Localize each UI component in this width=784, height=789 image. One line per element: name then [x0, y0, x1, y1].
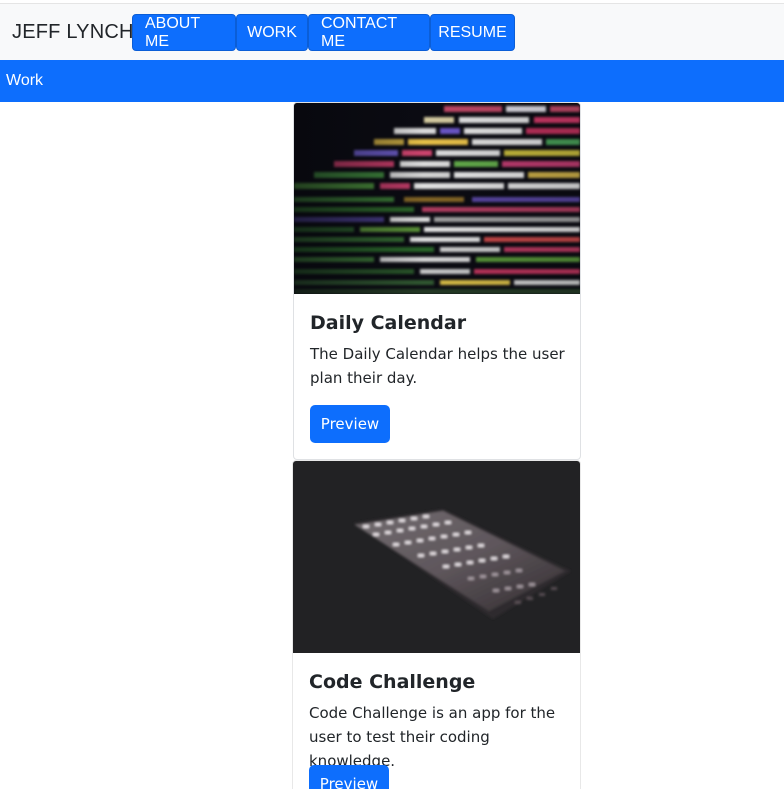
- card-description: The Daily Calendar helps the user plan t…: [310, 345, 565, 387]
- project-card-daily-calendar: Daily Calendar The Daily Calendar helps …: [293, 102, 581, 460]
- top-navbar: JEFF LYNCH ABOUT ME WORK CONTACT ME RESU…: [0, 3, 784, 60]
- section-title: Work: [6, 72, 44, 89]
- card-title: Daily Calendar: [310, 312, 467, 334]
- about-me-button[interactable]: ABOUT ME: [132, 14, 236, 51]
- preview-button[interactable]: Preview: [310, 405, 390, 443]
- contact-me-button[interactable]: CONTACT ME: [308, 14, 430, 51]
- section-header-bar: Work: [0, 60, 784, 102]
- work-button[interactable]: WORK: [236, 14, 308, 51]
- backlit-keyboard-image: [293, 461, 580, 653]
- preview-button[interactable]: Preview: [309, 765, 389, 789]
- card-title: Code Challenge: [309, 671, 476, 693]
- card-description: Code Challenge is an app for the user to…: [309, 704, 556, 770]
- code-screen-image: [294, 103, 580, 294]
- brand-name[interactable]: JEFF LYNCH: [12, 21, 134, 44]
- project-card-code-challenge: Code Challenge Code Challenge is an app …: [292, 460, 581, 789]
- resume-button[interactable]: RESUME: [430, 14, 515, 51]
